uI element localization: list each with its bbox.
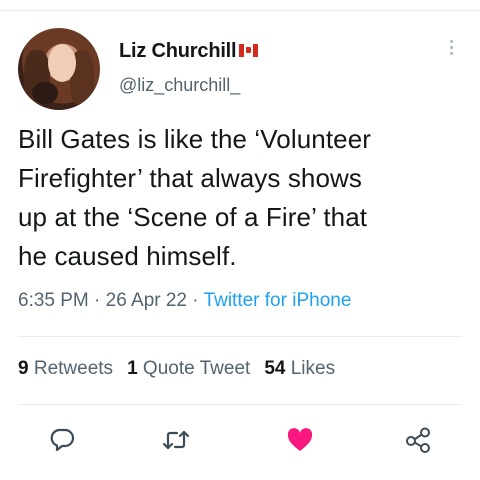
stats-divider-top (18, 336, 462, 337)
reply-icon (50, 428, 75, 452)
share-button[interactable] (398, 420, 438, 460)
top-divider (0, 10, 480, 11)
retweets-stat[interactable]: 9 Retweets (18, 358, 113, 379)
maple-leaf-icon (246, 46, 252, 53)
quote-tweets-label: Quote Tweet (142, 358, 251, 379)
like-button[interactable] (280, 420, 320, 460)
tweet-stats: 9 Retweets 1 Quote Tweet 54 Likes (18, 358, 335, 380)
dot (449, 52, 453, 55)
dot (449, 40, 453, 43)
meta-separator: · (88, 290, 106, 311)
author-name[interactable]: Liz Churchill (119, 40, 237, 62)
likes-label: Likes (290, 358, 336, 379)
avatar-dog (32, 82, 58, 104)
likes-stat[interactable]: 54 Likes (264, 358, 335, 379)
retweets-label: Retweets (33, 358, 114, 379)
more-options-icon[interactable] (448, 40, 454, 55)
canada-flag-icon (239, 43, 259, 57)
avatar[interactable] (18, 28, 100, 110)
tweet-text: Bill Gates is like the ‘Volunteer Firefi… (18, 120, 468, 276)
dot (449, 46, 453, 49)
author-name-row[interactable]: Liz Churchill (119, 40, 259, 63)
tweet-line: he caused himself. (18, 241, 237, 271)
meta-separator: · (187, 290, 204, 311)
retweet-icon (162, 430, 190, 450)
tweet-source-link[interactable]: Twitter for iPhone (204, 290, 352, 311)
author-handle[interactable]: @liz_churchill_ (119, 75, 240, 96)
reply-button[interactable] (42, 420, 82, 460)
tweet-line: up at the ‘Scene of a Fire’ that (18, 202, 368, 232)
retweets-count: 9 (18, 358, 29, 379)
share-icon (406, 427, 430, 453)
quote-tweets-stat[interactable]: 1 Quote Tweet (127, 358, 250, 379)
quote-tweets-count: 1 (127, 358, 138, 379)
tweet-date[interactable]: 26 Apr 22 (106, 290, 187, 311)
tweet-time[interactable]: 6:35 PM (18, 290, 89, 311)
tweet-meta: 6:35 PM · 26 Apr 22 · Twitter for iPhone (18, 290, 351, 312)
likes-count: 54 (264, 358, 286, 379)
tweet-actions (0, 420, 480, 460)
tweet-line: Bill Gates is like the ‘Volunteer (18, 124, 372, 154)
tweet-line: Firefighter’ that always shows (18, 163, 363, 193)
stats-divider-bottom (18, 404, 462, 405)
retweet-button[interactable] (156, 420, 196, 460)
heart-icon (287, 428, 313, 451)
avatar-face (48, 44, 76, 82)
